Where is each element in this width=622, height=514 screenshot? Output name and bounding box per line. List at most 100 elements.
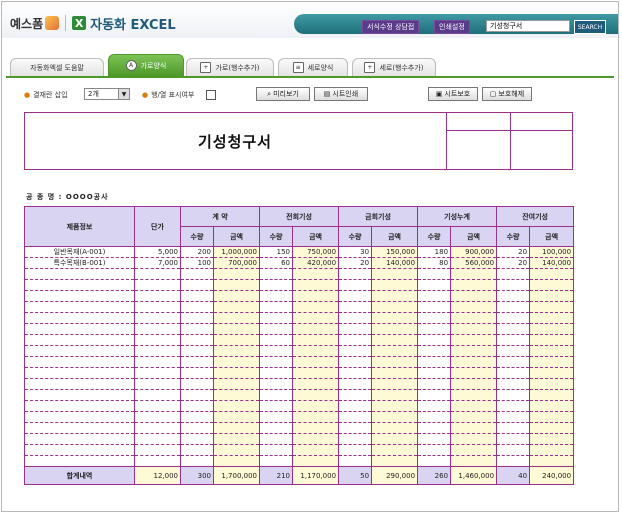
- qty-cell[interactable]: [180, 422, 214, 434]
- amount-cell[interactable]: [212, 400, 261, 412]
- unit-price-cell[interactable]: [134, 345, 181, 357]
- qty-cell[interactable]: [338, 433, 373, 445]
- amount-cell[interactable]: [450, 400, 498, 412]
- unit-price-cell[interactable]: [134, 455, 181, 467]
- amount-cell[interactable]: [450, 345, 498, 357]
- qty-cell[interactable]: [417, 312, 452, 324]
- qty-cell[interactable]: [417, 433, 452, 445]
- qty-cell[interactable]: [417, 389, 452, 401]
- product-name-cell[interactable]: [24, 334, 135, 346]
- amount-cell[interactable]: [450, 279, 498, 291]
- qty-cell[interactable]: [338, 389, 373, 401]
- protect-sheet-button[interactable]: ▣ 시트보호: [428, 87, 478, 101]
- amount-cell[interactable]: [529, 290, 575, 302]
- qty-cell[interactable]: 20: [338, 257, 373, 269]
- amount-cell[interactable]: [450, 356, 498, 368]
- unit-price-cell[interactable]: [134, 279, 181, 291]
- amount-cell[interactable]: [529, 433, 575, 445]
- amount-cell[interactable]: [450, 433, 498, 445]
- qty-cell[interactable]: [180, 389, 214, 401]
- qty-cell[interactable]: [259, 367, 294, 379]
- amount-cell[interactable]: [529, 422, 575, 434]
- tab-portrait[interactable]: ≡ 세로양식: [278, 58, 348, 76]
- amount-cell[interactable]: [212, 345, 261, 357]
- qty-cell[interactable]: [338, 444, 373, 456]
- amount-cell[interactable]: 700,000: [212, 257, 261, 269]
- unit-price-cell[interactable]: [134, 444, 181, 456]
- qty-cell[interactable]: [259, 268, 294, 280]
- product-name-cell[interactable]: [24, 400, 135, 412]
- request-button[interactable]: 서식수정 상담접: [362, 20, 420, 34]
- qty-cell[interactable]: [496, 367, 531, 379]
- unit-price-cell[interactable]: [134, 334, 181, 346]
- product-name-cell[interactable]: [24, 444, 135, 456]
- qty-cell[interactable]: [259, 312, 294, 324]
- amount-cell[interactable]: [212, 455, 261, 467]
- qty-cell[interactable]: [417, 411, 452, 423]
- amount-cell[interactable]: [212, 301, 261, 313]
- qty-cell[interactable]: [338, 356, 373, 368]
- amount-cell[interactable]: [529, 345, 575, 357]
- qty-cell[interactable]: [338, 378, 373, 390]
- amount-cell[interactable]: [529, 323, 575, 335]
- search-input[interactable]: [486, 20, 570, 32]
- unit-price-cell[interactable]: [134, 389, 181, 401]
- amount-cell[interactable]: [371, 345, 419, 357]
- amount-cell[interactable]: [450, 367, 498, 379]
- product-name-cell[interactable]: 특수목재(B-001): [24, 257, 135, 269]
- qty-cell[interactable]: [180, 411, 214, 423]
- amount-cell[interactable]: [529, 356, 575, 368]
- amount-cell[interactable]: [529, 268, 575, 280]
- qty-cell[interactable]: 60: [259, 257, 294, 269]
- amount-cell[interactable]: [529, 389, 575, 401]
- qty-cell[interactable]: [259, 455, 294, 467]
- amount-cell[interactable]: [292, 312, 340, 324]
- qty-cell[interactable]: [496, 301, 531, 313]
- qty-cell[interactable]: [496, 411, 531, 423]
- amount-cell[interactable]: [212, 389, 261, 401]
- print-sheet-button[interactable]: ▤ 시트인쇄: [314, 87, 368, 101]
- amount-cell[interactable]: [292, 400, 340, 412]
- amount-cell[interactable]: [371, 367, 419, 379]
- amount-cell[interactable]: [529, 334, 575, 346]
- qty-cell[interactable]: [180, 301, 214, 313]
- qty-cell[interactable]: [496, 433, 531, 445]
- amount-cell[interactable]: [529, 312, 575, 324]
- qty-cell[interactable]: [259, 345, 294, 357]
- unit-price-cell[interactable]: [134, 356, 181, 368]
- amount-cell[interactable]: [292, 301, 340, 313]
- amount-cell[interactable]: [529, 455, 575, 467]
- qty-cell[interactable]: 80: [417, 257, 452, 269]
- product-name-cell[interactable]: [24, 312, 135, 324]
- amount-cell[interactable]: [212, 411, 261, 423]
- product-name-cell[interactable]: [24, 378, 135, 390]
- qty-cell[interactable]: [417, 444, 452, 456]
- qty-cell[interactable]: [180, 323, 214, 335]
- amount-cell[interactable]: 900,000: [450, 246, 498, 258]
- qty-cell[interactable]: 180: [417, 246, 452, 258]
- amount-cell[interactable]: [292, 268, 340, 280]
- amount-cell[interactable]: [292, 345, 340, 357]
- product-name-cell[interactable]: [24, 455, 135, 467]
- rowcol-checkbox[interactable]: [206, 90, 216, 100]
- amount-cell[interactable]: [292, 389, 340, 401]
- amount-cell[interactable]: 100,000: [529, 246, 575, 258]
- amount-cell[interactable]: [450, 290, 498, 302]
- qty-cell[interactable]: [338, 334, 373, 346]
- qty-cell[interactable]: [259, 411, 294, 423]
- qty-cell[interactable]: [338, 301, 373, 313]
- amount-cell[interactable]: [212, 356, 261, 368]
- amount-cell[interactable]: [450, 444, 498, 456]
- qty-cell[interactable]: [417, 400, 452, 412]
- amount-cell[interactable]: [212, 433, 261, 445]
- qty-cell[interactable]: [259, 378, 294, 390]
- amount-cell[interactable]: [450, 411, 498, 423]
- amount-cell[interactable]: [371, 334, 419, 346]
- qty-cell[interactable]: [417, 455, 452, 467]
- qty-cell[interactable]: [259, 356, 294, 368]
- amount-cell[interactable]: [292, 334, 340, 346]
- amount-cell[interactable]: [212, 422, 261, 434]
- amount-cell[interactable]: [212, 334, 261, 346]
- qty-cell[interactable]: [496, 312, 531, 324]
- amount-cell[interactable]: [371, 290, 419, 302]
